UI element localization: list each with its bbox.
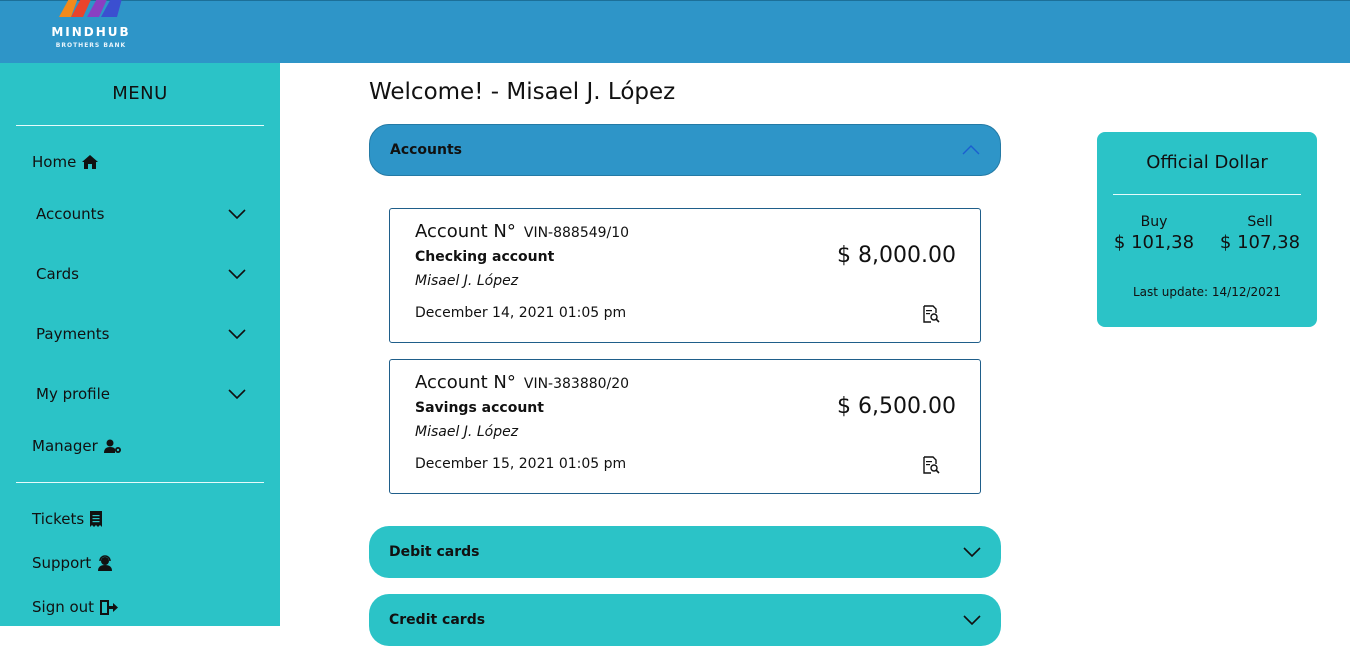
chevron-up-icon [962,145,980,155]
dollar-buy-value: $ 101,38 [1113,232,1195,253]
chevron-down-icon [228,329,246,339]
sidebar-item-label: Cards [36,265,79,283]
sidebar-item-home[interactable]: Home [32,151,99,173]
sidebar-item-tickets[interactable]: Tickets [32,508,103,530]
document-search-icon[interactable] [922,305,940,323]
sidebar-divider [16,482,264,483]
accounts-accordion-header[interactable]: Accounts [369,124,1001,176]
sidebar: MENU Home Accounts Cards Payments My pro… [0,63,280,626]
chevron-down-icon [228,389,246,399]
sidebar-divider [16,125,264,126]
account-number-row: Account N° VIN-888549/10 [415,221,629,242]
brand-name: MINDHUB [51,25,131,39]
account-owner: Misael J. López [415,273,519,289]
sidebar-item-support[interactable]: Support [32,552,113,574]
account-date: December 15, 2021 01:05 pm [415,456,627,472]
account-date: December 14, 2021 01:05 pm [415,305,627,321]
sidebar-item-my-profile[interactable]: My profile [36,383,246,405]
headset-icon [97,555,113,571]
dollar-buy: Buy $ 101,38 [1104,214,1204,253]
account-number: VIN-383880/20 [523,376,630,392]
official-dollar-widget: Official Dollar Buy $ 101,38 Sell $ 107,… [1097,132,1317,327]
user-gear-icon [103,439,122,454]
top-header: MINDHUB BROTHERS BANK [0,0,1350,63]
dollar-buy-label: Buy [1140,214,1168,230]
account-balance: $ 6,500.00 [837,394,956,419]
sidebar-item-cards[interactable]: Cards [36,263,246,285]
sidebar-item-label: Payments [36,325,110,343]
chevron-down-icon [228,209,246,219]
chevron-down-icon [228,269,246,279]
dollar-last-update: Last update: 14/12/2021 [1132,285,1282,299]
dollar-sell-value: $ 107,38 [1219,232,1301,253]
brand-logo[interactable]: MINDHUB BROTHERS BANK [44,0,138,61]
account-card[interactable]: Account N° VIN-888549/10 Checking accoun… [389,208,981,343]
sidebar-item-label: Accounts [36,205,105,223]
credit-cards-accordion-header[interactable]: Credit cards [369,594,1001,646]
dollar-title: Official Dollar [1146,152,1268,173]
account-type: Checking account [415,249,555,265]
account-number-label: Account N° [415,372,516,393]
chevron-down-icon [963,615,981,625]
home-icon [82,155,99,169]
accordion-label: Debit cards [389,544,480,560]
account-number-row: Account N° VIN-383880/20 [415,372,629,393]
sidebar-item-label: Sign out [32,598,95,616]
sidebar-item-label: My profile [36,385,110,403]
dollar-sell-label: Sell [1247,214,1273,230]
menu-title: MENU [112,83,168,104]
sidebar-item-accounts[interactable]: Accounts [36,203,246,225]
account-card[interactable]: Account N° VIN-383880/20 Savings account… [389,359,981,494]
account-number: VIN-888549/10 [523,225,630,241]
sidebar-item-label: Manager [32,437,98,455]
dollar-sell: Sell $ 107,38 [1210,214,1310,253]
account-type: Savings account [415,400,544,416]
sign-out-icon [100,599,119,615]
sidebar-item-manager[interactable]: Manager [32,435,122,457]
sidebar-item-payments[interactable]: Payments [36,323,246,345]
document-search-icon[interactable] [922,456,940,474]
debit-cards-accordion-header[interactable]: Debit cards [369,526,1001,578]
account-number-label: Account N° [415,221,516,242]
account-owner: Misael J. López [415,424,519,440]
logo-mark-icon [59,0,122,17]
receipt-icon [90,511,103,527]
sidebar-item-label: Support [32,554,92,572]
sidebar-item-label: Tickets [32,510,85,528]
sidebar-item-label: Home [32,153,77,171]
account-balance: $ 8,000.00 [837,243,956,268]
sidebar-item-sign-out[interactable]: Sign out [32,596,119,618]
page-title: Welcome! - Misael J. López [369,79,676,105]
brand-subtitle: BROTHERS BANK [55,42,127,49]
dollar-divider [1113,194,1301,195]
accordion-label: Accounts [390,142,463,158]
chevron-down-icon [963,547,981,557]
